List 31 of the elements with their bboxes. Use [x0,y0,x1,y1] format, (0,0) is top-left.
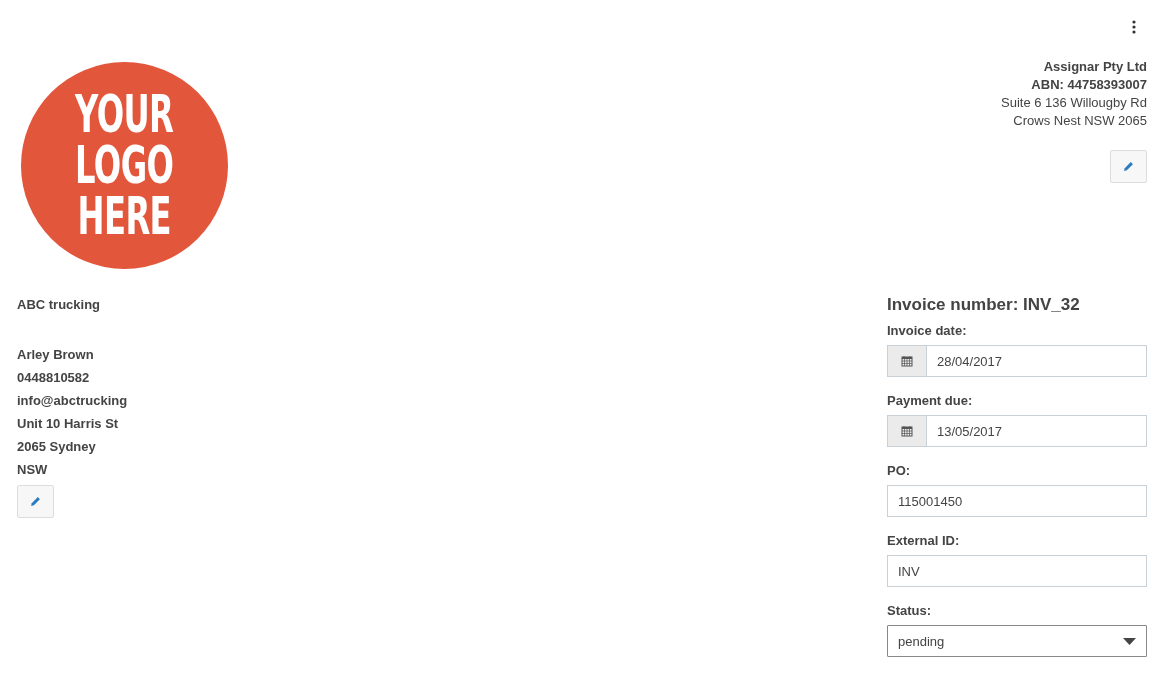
input-field[interactable]: INV [887,555,1147,587]
input-field[interactable]: 115001450 [887,485,1147,517]
customer-detail: 2065 Sydney [17,438,97,456]
field-label: Invoice date: [887,323,968,339]
customer-detail: NSW [17,461,49,479]
company-address: Crows Nest NSW 2065 [1012,112,1147,130]
logo: YOUR LOGO HERE [21,62,228,269]
company-address: Suite 6 136 Willougby Rd [1001,94,1147,112]
date-field[interactable]: 13/05/2017 [887,415,1147,447]
customer-company: ABC trucking [17,296,102,314]
calendar-icon [901,355,913,367]
edit-button[interactable] [1110,150,1147,183]
field-label: Status: [887,603,933,619]
customer-detail: Unit 10 Harris St [17,415,120,433]
invoice-number: Invoice number: INV_32 [887,295,1081,315]
date-field[interactable]: 28/04/2017 [887,345,1147,377]
pencil-icon [30,496,41,507]
field-label: External ID: [887,533,961,549]
status-dropdown[interactable]: pending [887,625,1147,657]
company-name: Assignar Pty Ltd [1042,58,1147,76]
field-label: Payment due: [887,393,974,409]
customer-detail: info@abctrucking [17,392,128,410]
customer-detail: Arley Brown [17,346,95,364]
caret-icon [1123,637,1136,645]
pencil-icon [1123,161,1134,172]
company-abn: ABN: 44758393007 [1030,76,1147,94]
customer-detail: 0448810582 [17,369,91,387]
more-menu-icon[interactable] [1131,20,1137,34]
calendar-icon [901,425,913,437]
field-label: PO: [887,463,912,479]
edit-button[interactable] [17,485,54,518]
